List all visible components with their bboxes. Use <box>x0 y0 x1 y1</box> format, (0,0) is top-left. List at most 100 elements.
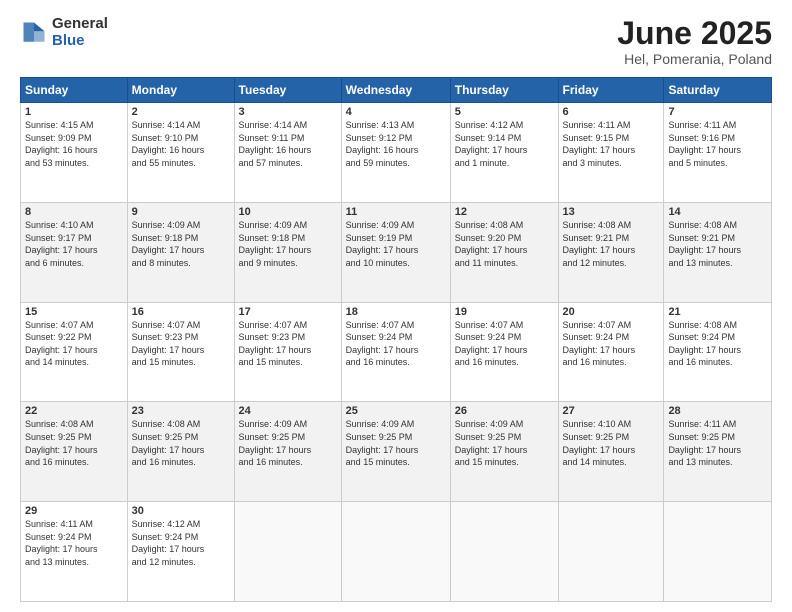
day-number: 2 <box>132 106 230 118</box>
day-info: Sunrise: 4:08 AM Sunset: 9:20 PM Dayligh… <box>455 219 554 269</box>
day-number: 29 <box>25 505 123 517</box>
table-row: 29Sunrise: 4:11 AM Sunset: 9:24 PM Dayli… <box>21 502 128 602</box>
header-tuesday: Tuesday <box>234 78 341 103</box>
day-number: 21 <box>668 306 767 318</box>
table-row: 27Sunrise: 4:10 AM Sunset: 9:25 PM Dayli… <box>558 402 664 502</box>
day-number: 1 <box>25 106 123 118</box>
day-info: Sunrise: 4:08 AM Sunset: 9:25 PM Dayligh… <box>25 418 123 468</box>
day-number: 27 <box>563 405 660 417</box>
day-number: 20 <box>563 306 660 318</box>
header-saturday: Saturday <box>664 78 772 103</box>
day-number: 26 <box>455 405 554 417</box>
table-row: 2Sunrise: 4:14 AM Sunset: 9:10 PM Daylig… <box>127 103 234 203</box>
table-row <box>558 502 664 602</box>
table-row: 1Sunrise: 4:15 AM Sunset: 9:09 PM Daylig… <box>21 103 128 203</box>
calendar-week-row: 22Sunrise: 4:08 AM Sunset: 9:25 PM Dayli… <box>21 402 772 502</box>
table-row: 25Sunrise: 4:09 AM Sunset: 9:25 PM Dayli… <box>341 402 450 502</box>
table-row: 7Sunrise: 4:11 AM Sunset: 9:16 PM Daylig… <box>664 103 772 203</box>
day-number: 6 <box>563 106 660 118</box>
table-row: 18Sunrise: 4:07 AM Sunset: 9:24 PM Dayli… <box>341 302 450 402</box>
day-info: Sunrise: 4:07 AM Sunset: 9:23 PM Dayligh… <box>132 319 230 369</box>
table-row: 10Sunrise: 4:09 AM Sunset: 9:18 PM Dayli… <box>234 202 341 302</box>
table-row <box>341 502 450 602</box>
day-number: 30 <box>132 505 230 517</box>
day-number: 23 <box>132 405 230 417</box>
day-info: Sunrise: 4:09 AM Sunset: 9:25 PM Dayligh… <box>346 418 446 468</box>
table-row: 5Sunrise: 4:12 AM Sunset: 9:14 PM Daylig… <box>450 103 558 203</box>
calendar-title: June 2025 <box>617 16 772 51</box>
table-row: 28Sunrise: 4:11 AM Sunset: 9:25 PM Dayli… <box>664 402 772 502</box>
table-row <box>450 502 558 602</box>
day-info: Sunrise: 4:09 AM Sunset: 9:25 PM Dayligh… <box>239 418 337 468</box>
table-row: 8Sunrise: 4:10 AM Sunset: 9:17 PM Daylig… <box>21 202 128 302</box>
day-number: 9 <box>132 206 230 218</box>
day-info: Sunrise: 4:14 AM Sunset: 9:11 PM Dayligh… <box>239 119 337 169</box>
calendar-table: Sunday Monday Tuesday Wednesday Thursday… <box>20 77 772 602</box>
table-row: 30Sunrise: 4:12 AM Sunset: 9:24 PM Dayli… <box>127 502 234 602</box>
table-row: 23Sunrise: 4:08 AM Sunset: 9:25 PM Dayli… <box>127 402 234 502</box>
table-row: 4Sunrise: 4:13 AM Sunset: 9:12 PM Daylig… <box>341 103 450 203</box>
logo-text: General Blue <box>52 16 108 49</box>
day-number: 14 <box>668 206 767 218</box>
page: General Blue June 2025 Hel, Pomerania, P… <box>0 0 792 612</box>
header: General Blue June 2025 Hel, Pomerania, P… <box>20 16 772 67</box>
day-number: 3 <box>239 106 337 118</box>
table-row: 3Sunrise: 4:14 AM Sunset: 9:11 PM Daylig… <box>234 103 341 203</box>
calendar-week-row: 29Sunrise: 4:11 AM Sunset: 9:24 PM Dayli… <box>21 502 772 602</box>
day-info: Sunrise: 4:11 AM Sunset: 9:15 PM Dayligh… <box>563 119 660 169</box>
table-row: 26Sunrise: 4:09 AM Sunset: 9:25 PM Dayli… <box>450 402 558 502</box>
table-row <box>664 502 772 602</box>
day-info: Sunrise: 4:12 AM Sunset: 9:14 PM Dayligh… <box>455 119 554 169</box>
day-info: Sunrise: 4:15 AM Sunset: 9:09 PM Dayligh… <box>25 119 123 169</box>
day-number: 15 <box>25 306 123 318</box>
day-number: 24 <box>239 405 337 417</box>
table-row: 20Sunrise: 4:07 AM Sunset: 9:24 PM Dayli… <box>558 302 664 402</box>
table-row: 16Sunrise: 4:07 AM Sunset: 9:23 PM Dayli… <box>127 302 234 402</box>
header-sunday: Sunday <box>21 78 128 103</box>
table-row: 24Sunrise: 4:09 AM Sunset: 9:25 PM Dayli… <box>234 402 341 502</box>
table-row: 17Sunrise: 4:07 AM Sunset: 9:23 PM Dayli… <box>234 302 341 402</box>
day-number: 19 <box>455 306 554 318</box>
day-info: Sunrise: 4:07 AM Sunset: 9:24 PM Dayligh… <box>346 319 446 369</box>
header-monday: Monday <box>127 78 234 103</box>
day-info: Sunrise: 4:10 AM Sunset: 9:17 PM Dayligh… <box>25 219 123 269</box>
calendar-subtitle: Hel, Pomerania, Poland <box>617 51 772 67</box>
calendar-week-row: 8Sunrise: 4:10 AM Sunset: 9:17 PM Daylig… <box>21 202 772 302</box>
day-info: Sunrise: 4:08 AM Sunset: 9:21 PM Dayligh… <box>668 219 767 269</box>
day-info: Sunrise: 4:11 AM Sunset: 9:25 PM Dayligh… <box>668 418 767 468</box>
day-info: Sunrise: 4:14 AM Sunset: 9:10 PM Dayligh… <box>132 119 230 169</box>
day-info: Sunrise: 4:13 AM Sunset: 9:12 PM Dayligh… <box>346 119 446 169</box>
table-row: 6Sunrise: 4:11 AM Sunset: 9:15 PM Daylig… <box>558 103 664 203</box>
logo: General Blue <box>20 16 108 49</box>
day-number: 8 <box>25 206 123 218</box>
day-info: Sunrise: 4:07 AM Sunset: 9:23 PM Dayligh… <box>239 319 337 369</box>
day-number: 4 <box>346 106 446 118</box>
day-info: Sunrise: 4:08 AM Sunset: 9:24 PM Dayligh… <box>668 319 767 369</box>
table-row: 11Sunrise: 4:09 AM Sunset: 9:19 PM Dayli… <box>341 202 450 302</box>
day-number: 12 <box>455 206 554 218</box>
day-number: 11 <box>346 206 446 218</box>
day-number: 17 <box>239 306 337 318</box>
day-number: 22 <box>25 405 123 417</box>
day-info: Sunrise: 4:12 AM Sunset: 9:24 PM Dayligh… <box>132 518 230 568</box>
day-info: Sunrise: 4:07 AM Sunset: 9:22 PM Dayligh… <box>25 319 123 369</box>
table-row: 19Sunrise: 4:07 AM Sunset: 9:24 PM Dayli… <box>450 302 558 402</box>
calendar-week-row: 15Sunrise: 4:07 AM Sunset: 9:22 PM Dayli… <box>21 302 772 402</box>
logo-blue-label: Blue <box>52 33 108 50</box>
table-row: 22Sunrise: 4:08 AM Sunset: 9:25 PM Dayli… <box>21 402 128 502</box>
day-number: 7 <box>668 106 767 118</box>
table-row: 12Sunrise: 4:08 AM Sunset: 9:20 PM Dayli… <box>450 202 558 302</box>
day-number: 25 <box>346 405 446 417</box>
day-number: 10 <box>239 206 337 218</box>
day-info: Sunrise: 4:07 AM Sunset: 9:24 PM Dayligh… <box>455 319 554 369</box>
day-info: Sunrise: 4:09 AM Sunset: 9:19 PM Dayligh… <box>346 219 446 269</box>
day-info: Sunrise: 4:07 AM Sunset: 9:24 PM Dayligh… <box>563 319 660 369</box>
day-number: 13 <box>563 206 660 218</box>
header-thursday: Thursday <box>450 78 558 103</box>
day-info: Sunrise: 4:09 AM Sunset: 9:18 PM Dayligh… <box>132 219 230 269</box>
table-row: 14Sunrise: 4:08 AM Sunset: 9:21 PM Dayli… <box>664 202 772 302</box>
calendar-week-row: 1Sunrise: 4:15 AM Sunset: 9:09 PM Daylig… <box>21 103 772 203</box>
logo-icon <box>20 19 48 47</box>
table-row: 21Sunrise: 4:08 AM Sunset: 9:24 PM Dayli… <box>664 302 772 402</box>
table-row: 13Sunrise: 4:08 AM Sunset: 9:21 PM Dayli… <box>558 202 664 302</box>
